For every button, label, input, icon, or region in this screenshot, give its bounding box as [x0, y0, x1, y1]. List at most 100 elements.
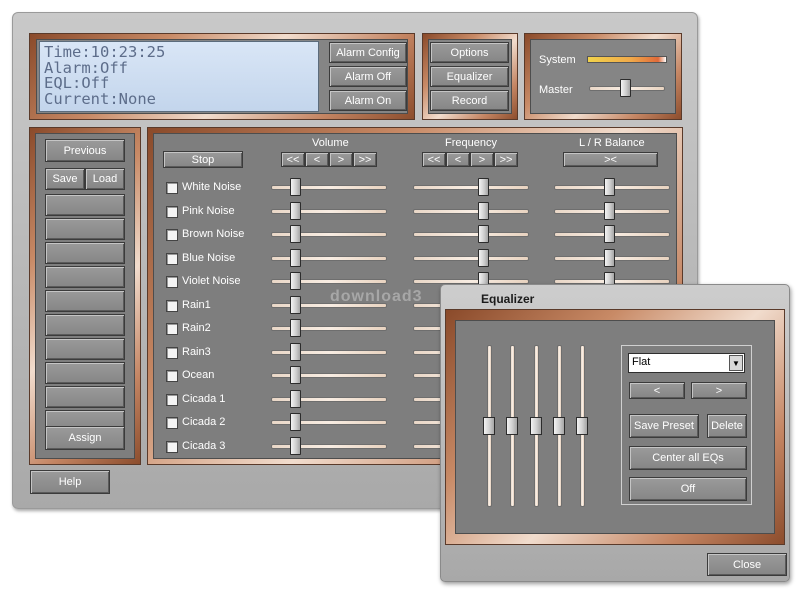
- preset-slot[interactable]: [45, 338, 125, 360]
- balance-slider-thumb[interactable]: [604, 178, 615, 196]
- volume-header: Volume: [312, 137, 349, 149]
- eq-band-thumb[interactable]: [506, 417, 518, 435]
- volume-slider-thumb[interactable]: [290, 319, 301, 337]
- sound-enable-checkbox[interactable]: [166, 394, 178, 406]
- frequency-nav-next[interactable]: >: [470, 152, 494, 167]
- preset-slot[interactable]: [45, 218, 125, 240]
- volume-slider-thumb[interactable]: [290, 296, 301, 314]
- volume-nav-first[interactable]: <<: [281, 152, 305, 167]
- sound-label: Violet Noise: [182, 275, 241, 287]
- eq-preset-value: Flat: [632, 356, 651, 368]
- volume-slider-thumb[interactable]: [290, 249, 301, 267]
- preset-slot[interactable]: [45, 386, 125, 408]
- volume-slider-thumb[interactable]: [290, 225, 301, 243]
- alarm-off-button[interactable]: Alarm Off: [329, 66, 407, 87]
- sound-enable-checkbox[interactable]: [166, 253, 178, 265]
- sound-enable-checkbox[interactable]: [166, 441, 178, 453]
- sound-label: Blue Noise: [182, 252, 236, 264]
- preset-slot[interactable]: [45, 242, 125, 264]
- frequency-slider-track[interactable]: [413, 256, 529, 261]
- preset-slot[interactable]: [45, 362, 125, 384]
- volume-nav-prev[interactable]: <: [305, 152, 329, 167]
- equalizer-button[interactable]: Equalizer: [430, 66, 509, 87]
- sound-label: Brown Noise: [182, 228, 245, 240]
- eq-band-thumb[interactable]: [553, 417, 565, 435]
- preset-slot[interactable]: [45, 314, 125, 336]
- volume-slider-thumb[interactable]: [290, 437, 301, 455]
- master-volume-thumb[interactable]: [620, 79, 631, 97]
- volume-slider-track[interactable]: [271, 279, 387, 284]
- alarm-on-button[interactable]: Alarm On: [329, 90, 407, 111]
- balance-slider-thumb[interactable]: [604, 249, 615, 267]
- eq-band-thumb[interactable]: [530, 417, 542, 435]
- record-button[interactable]: Record: [430, 90, 509, 111]
- eq-preset-select[interactable]: Flat ▼: [628, 353, 745, 373]
- eq-preset-next-button[interactable]: >: [691, 382, 747, 399]
- eq-band-thumb[interactable]: [483, 417, 495, 435]
- assign-button[interactable]: Assign: [45, 426, 125, 450]
- volume-slider-track[interactable]: [271, 326, 387, 331]
- volume-slider-thumb[interactable]: [290, 366, 301, 384]
- frequency-nav-first[interactable]: <<: [422, 152, 446, 167]
- delete-preset-button[interactable]: Delete: [707, 414, 747, 438]
- volume-slider-track[interactable]: [271, 373, 387, 378]
- sound-enable-checkbox[interactable]: [166, 417, 178, 429]
- alarm-config-button[interactable]: Alarm Config: [329, 42, 407, 63]
- eq-band-thumb[interactable]: [576, 417, 588, 435]
- preset-slot[interactable]: [45, 266, 125, 288]
- sound-enable-checkbox[interactable]: [166, 229, 178, 241]
- sound-enable-checkbox[interactable]: [166, 370, 178, 382]
- volume-slider-thumb[interactable]: [290, 413, 301, 431]
- save-button[interactable]: Save: [45, 168, 85, 190]
- options-button[interactable]: Options: [430, 42, 509, 63]
- stop-button[interactable]: Stop: [163, 151, 243, 168]
- sound-enable-checkbox[interactable]: [166, 206, 178, 218]
- chevron-down-icon[interactable]: ▼: [729, 355, 743, 371]
- eq-off-button[interactable]: Off: [629, 477, 747, 501]
- volume-slider-thumb[interactable]: [290, 390, 301, 408]
- sound-enable-checkbox[interactable]: [166, 323, 178, 335]
- frequency-slider-track[interactable]: [413, 185, 529, 190]
- eq-preset-prev-button[interactable]: <: [629, 382, 685, 399]
- frequency-slider-thumb[interactable]: [478, 178, 489, 196]
- load-button[interactable]: Load: [85, 168, 125, 190]
- volume-slider-track[interactable]: [271, 397, 387, 402]
- frequency-slider-thumb[interactable]: [478, 225, 489, 243]
- preset-slot[interactable]: [45, 290, 125, 312]
- volume-nav-last[interactable]: >>: [353, 152, 377, 167]
- eq-close-button[interactable]: Close: [707, 553, 787, 576]
- volume-slider-thumb[interactable]: [290, 178, 301, 196]
- save-preset-button[interactable]: Save Preset: [629, 414, 699, 438]
- volume-slider-thumb[interactable]: [290, 272, 301, 290]
- volume-slider-track[interactable]: [271, 209, 387, 214]
- volume-slider-thumb[interactable]: [290, 202, 301, 220]
- frequency-slider-thumb[interactable]: [478, 249, 489, 267]
- preset-slot[interactable]: [45, 194, 125, 216]
- volume-nav-next[interactable]: >: [329, 152, 353, 167]
- frequency-slider-track[interactable]: [413, 232, 529, 237]
- balance-center-button[interactable]: ><: [563, 152, 658, 167]
- sound-enable-checkbox[interactable]: [166, 182, 178, 194]
- frequency-nav-last[interactable]: >>: [494, 152, 518, 167]
- sound-label: Rain3: [182, 346, 211, 358]
- sound-label: Cicada 3: [182, 440, 226, 452]
- volume-slider-thumb[interactable]: [290, 343, 301, 361]
- sound-enable-checkbox[interactable]: [166, 276, 178, 288]
- volume-slider-track[interactable]: [271, 232, 387, 237]
- previous-button[interactable]: Previous: [45, 139, 125, 162]
- sound-enable-checkbox[interactable]: [166, 347, 178, 359]
- help-button[interactable]: Help: [30, 470, 110, 494]
- frequency-slider-track[interactable]: [413, 209, 529, 214]
- volume-slider-track[interactable]: [271, 185, 387, 190]
- sound-enable-checkbox[interactable]: [166, 300, 178, 312]
- volume-slider-track[interactable]: [271, 350, 387, 355]
- frequency-header: Frequency: [445, 137, 497, 149]
- volume-slider-track[interactable]: [271, 420, 387, 425]
- frequency-nav-prev[interactable]: <: [446, 152, 470, 167]
- volume-slider-track[interactable]: [271, 256, 387, 261]
- frequency-slider-thumb[interactable]: [478, 202, 489, 220]
- center-all-eqs-button[interactable]: Center all EQs: [629, 446, 747, 470]
- balance-slider-thumb[interactable]: [604, 225, 615, 243]
- balance-slider-thumb[interactable]: [604, 202, 615, 220]
- volume-slider-track[interactable]: [271, 444, 387, 449]
